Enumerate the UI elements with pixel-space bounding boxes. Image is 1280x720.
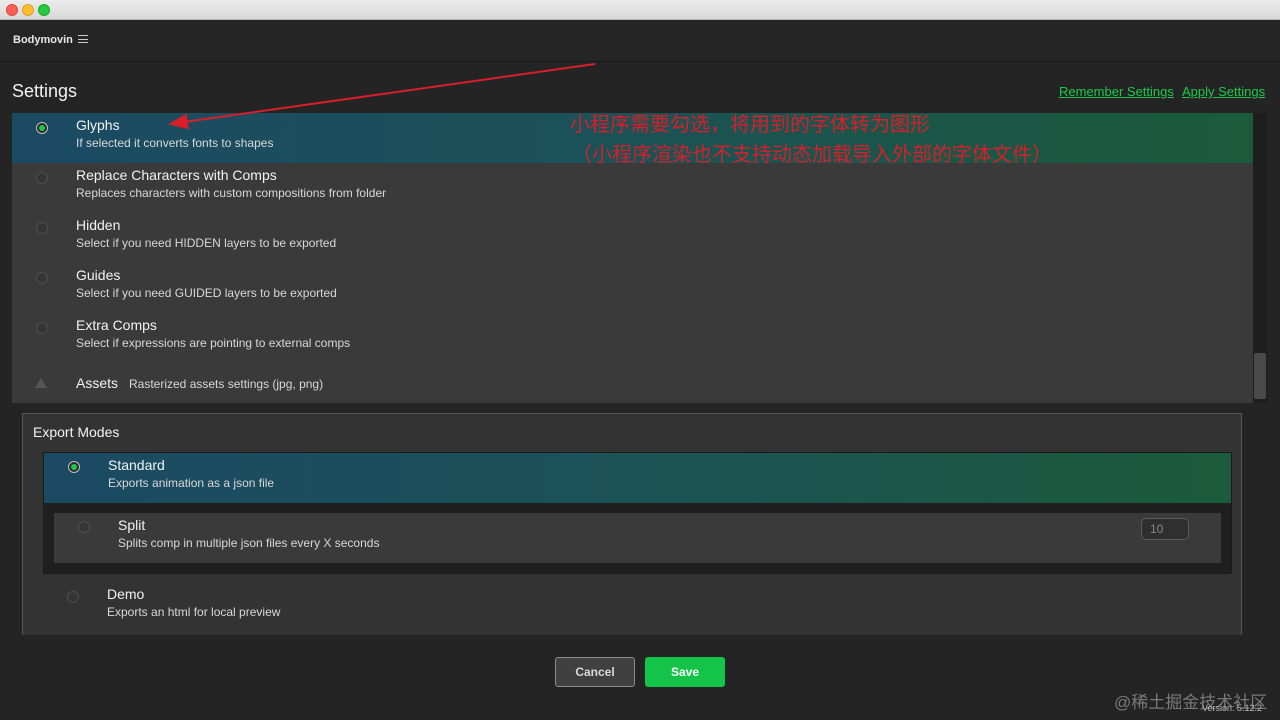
extra-comps-radio[interactable] [36,322,48,334]
demo-radio[interactable] [67,591,79,603]
triangle-expand-icon[interactable] [35,378,47,388]
export-mode-title: Standard [108,457,165,473]
cancel-button[interactable]: Cancel [555,657,635,687]
export-modes-title: Export Modes [33,424,120,440]
option-title: Guides [76,267,121,283]
export-mode-standard[interactable]: Standard Exports animation as a json fil… [44,453,1231,503]
app-name: Bodymovin [13,34,73,46]
option-description: Select if expressions are pointing to ex… [76,336,351,350]
option-assets[interactable]: Assets Rasterized assets settings (jpg, … [12,363,1253,403]
settings-panel: Settings Remember Settings Apply Setting… [0,62,1280,720]
guides-radio[interactable] [36,272,48,284]
option-title: Hidden [76,217,121,233]
export-modes-group: Standard Exports animation as a json fil… [43,452,1232,574]
assets-description: Rasterized assets settings (jpg, png) [129,377,324,391]
assets-title: Assets [76,375,119,391]
zoom-window-button[interactable] [38,4,50,16]
option-description: Select if you need HIDDEN layers to be e… [76,236,337,250]
export-mode-demo[interactable]: Demo Exports an html for local preview [43,582,1232,632]
option-extra-comps[interactable]: Extra Comps Select if expressions are po… [12,313,1253,363]
save-button[interactable]: Save [645,657,725,687]
option-glyphs[interactable]: Glyphs If selected it converts fonts to … [12,113,1253,163]
export-mode-description: Exports animation as a json file [108,476,275,490]
standard-radio[interactable] [68,461,80,473]
option-replace-characters[interactable]: Replace Characters with Comps Replaces c… [12,163,1253,213]
apply-settings-link[interactable]: Apply Settings [1182,84,1265,99]
option-description: If selected it converts fonts to shapes [76,136,274,150]
split-seconds-input[interactable] [1141,518,1189,540]
export-modes-section: Export Modes Standard Exports animation … [22,413,1242,635]
scrollbar-thumb[interactable] [1254,353,1266,399]
export-mode-description: Exports an html for local preview [107,605,281,619]
remember-settings-link[interactable]: Remember Settings [1059,84,1174,99]
close-window-button[interactable] [6,4,18,16]
option-title: Replace Characters with Comps [76,167,277,183]
hidden-radio[interactable] [36,222,48,234]
hamburger-menu-icon[interactable] [78,35,88,43]
option-guides[interactable]: Guides Select if you need GUIDED layers … [12,263,1253,313]
version-label: Version: 5.12.2 [1202,703,1263,713]
page-title: Settings [12,81,78,101]
settings-options-list: Glyphs If selected it converts fonts to … [12,113,1253,403]
split-radio[interactable] [78,521,90,533]
export-mode-title: Split [118,517,146,533]
export-mode-split[interactable]: Split Splits comp in multiple json files… [54,513,1221,563]
glyphs-radio[interactable] [36,122,48,134]
option-description: Select if you need GUIDED layers to be e… [76,286,337,300]
minimize-window-button[interactable] [22,4,34,16]
option-title: Glyphs [76,117,120,133]
option-description: Replaces characters with custom composit… [76,186,387,200]
window-titlebar [0,0,1280,20]
app-header: Bodymovin [0,20,1280,62]
export-mode-title: Demo [107,586,145,602]
option-hidden[interactable]: Hidden Select if you need HIDDEN layers … [12,213,1253,263]
replace-characters-radio[interactable] [36,172,48,184]
export-mode-description: Splits comp in multiple json files every… [118,536,380,550]
option-title: Extra Comps [76,317,157,333]
options-scrollbar[interactable] [1253,113,1267,403]
